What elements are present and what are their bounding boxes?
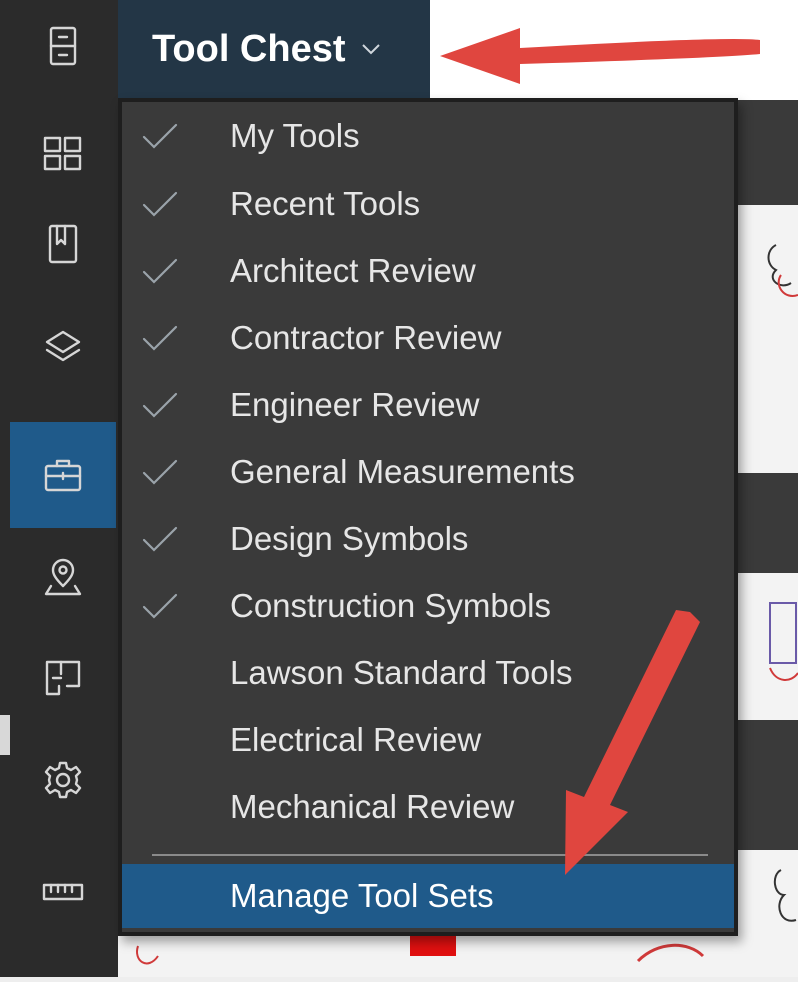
- menu-item-label: Construction Symbols: [230, 586, 551, 624]
- bookmark-icon: [48, 224, 78, 264]
- canvas-bottom-strip: [118, 936, 736, 977]
- menu-item[interactable]: My Tools: [122, 102, 734, 169]
- layers-icon: [45, 330, 81, 362]
- checkmark-icon: [142, 526, 178, 552]
- location-pin-icon: [44, 558, 82, 596]
- menu-item-label: Recent Tools: [230, 184, 421, 222]
- checkmark-icon: [142, 258, 178, 284]
- ruler-icon: [42, 883, 84, 901]
- cloud-markup-icon: [767, 244, 798, 297]
- sidebar-edge: [0, 715, 10, 755]
- cloud-markup-icon-2: [773, 869, 797, 922]
- tool-chest-label: Tool Chest: [152, 27, 346, 70]
- canvas-toolbar-strip-3: [736, 720, 798, 850]
- menu-item[interactable]: Contractor Review: [122, 304, 734, 371]
- manage-tool-sets-label: Manage Tool Sets: [230, 877, 494, 914]
- checkmark-icon: [142, 325, 178, 351]
- manage-tool-sets-item[interactable]: Manage Tool Sets: [122, 864, 734, 928]
- file-cabinet-icon: [49, 26, 77, 66]
- canvas-area-3: [736, 850, 798, 977]
- sidebar-locations-button[interactable]: [10, 548, 116, 608]
- menu-item[interactable]: Recent Tools: [122, 170, 734, 237]
- menu-item-label: Lawson Standard Tools: [230, 653, 573, 691]
- canvas-area: [736, 205, 798, 473]
- tool-chest-menu: My Tools Recent Tools Architect Review Cont…: [118, 98, 738, 936]
- menu-item-label: Mechanical Review: [230, 787, 515, 825]
- menu-item-label: Contractor Review: [230, 318, 502, 356]
- checkmark-icon: [142, 191, 178, 217]
- menu-item[interactable]: Lawson Standard Tools: [122, 639, 734, 706]
- sidebar-tool-chest-button[interactable]: [10, 422, 116, 528]
- checkmark-icon: [142, 392, 178, 418]
- menu-item-label: General Measurements: [230, 452, 575, 490]
- canvas-toolbar-strip: [736, 100, 798, 205]
- chevron-down-icon: [361, 44, 380, 55]
- checkmark-icon: [142, 123, 178, 149]
- menu-item[interactable]: Construction Symbols: [122, 572, 734, 639]
- sidebar-thumbnails-button[interactable]: [10, 124, 116, 184]
- sidebar-measurements-button[interactable]: [10, 862, 116, 922]
- sidebar-bookmarks-button[interactable]: [10, 214, 116, 274]
- canvas-bottom-markups: [136, 936, 705, 965]
- sidebar-layers-button[interactable]: [10, 318, 116, 378]
- checkmark-icon: [142, 459, 178, 485]
- canvas-area-2: [736, 573, 798, 720]
- canvas-toolbar-strip-2: [736, 473, 798, 573]
- menu-item[interactable]: Architect Review: [122, 237, 734, 304]
- gear-icon: [44, 761, 82, 799]
- menu-item[interactable]: Design Symbols: [122, 505, 734, 572]
- menu-item-label: My Tools: [230, 116, 360, 154]
- menu-item[interactable]: General Measurements: [122, 438, 734, 505]
- sidebar-file-cabinet-button[interactable]: [10, 16, 116, 76]
- menu-separator: [152, 854, 708, 856]
- checkmark-icon: [142, 593, 178, 619]
- left-sidebar: [0, 0, 118, 977]
- menu-item-label: Design Symbols: [230, 519, 469, 557]
- menu-item[interactable]: Electrical Review: [122, 706, 734, 773]
- sidebar-spaces-button[interactable]: [10, 648, 116, 708]
- thumbnails-grid-icon: [43, 136, 82, 171]
- sidebar-settings-button[interactable]: [10, 750, 116, 810]
- menu-item[interactable]: Engineer Review: [122, 371, 734, 438]
- menu-item-label: Engineer Review: [230, 385, 480, 423]
- toolbox-icon: [44, 459, 82, 492]
- menu-item-label: Electrical Review: [230, 720, 482, 758]
- tool-chest-dropdown-button[interactable]: Tool Chest: [118, 0, 430, 98]
- menu-item[interactable]: Mechanical Review: [122, 773, 734, 840]
- symbol-markup-icon: [769, 602, 798, 681]
- spaces-icon: [45, 660, 81, 696]
- menu-item-label: Architect Review: [230, 251, 476, 289]
